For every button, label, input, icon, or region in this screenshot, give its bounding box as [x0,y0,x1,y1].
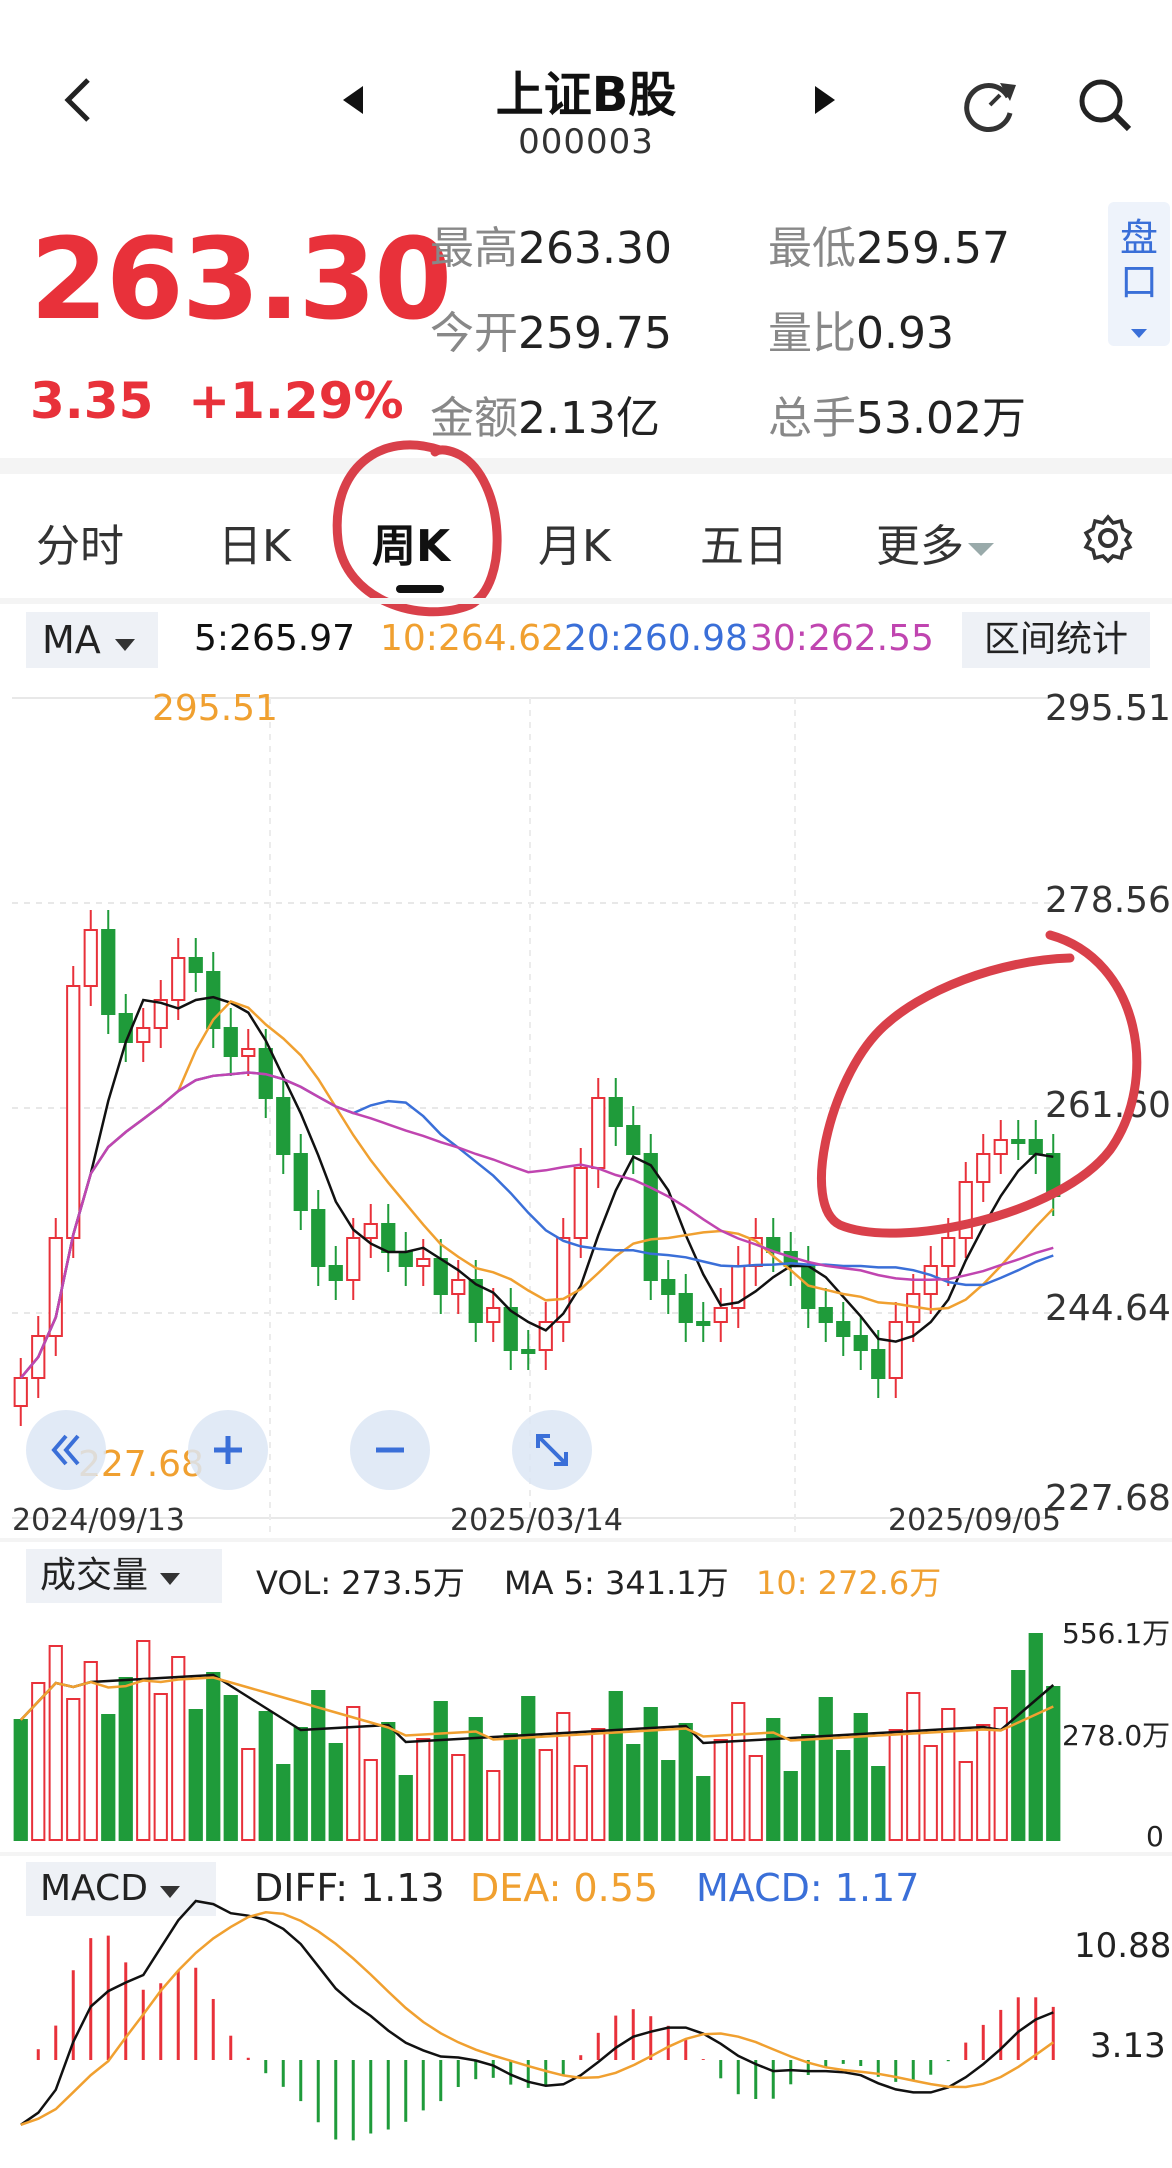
candle-body [13,1377,28,1407]
volume-bar [801,1734,816,1841]
vol-y-label: 556.1万 [1062,1617,1171,1650]
annotation-circle-chart [816,930,1142,1238]
volume-bar [101,1714,116,1841]
volume-bar [1028,1633,1043,1841]
volume-bar [1011,1670,1026,1841]
volume-selector-label: 成交量 [40,1555,149,1596]
macd-y-label: 3.13 [1090,2026,1166,2066]
volume-bar [923,1745,938,1841]
volume-bar [276,1764,291,1841]
zoom-in-button[interactable] [188,1410,268,1490]
volume-bar [416,1738,431,1841]
volume-bar [398,1775,413,1841]
volume-bar [241,1748,256,1841]
volume-bar [486,1770,501,1841]
volume-bar [136,1640,151,1841]
macd-diff-line [20,1899,1054,2126]
fullscreen-button[interactable] [512,1410,592,1490]
volume-bar [748,1755,763,1841]
volume-bar [766,1718,781,1841]
plus-icon [214,1436,242,1464]
volume-bar [451,1754,466,1841]
candle-body [713,1307,728,1323]
volume-bar [1046,1686,1061,1841]
volume-bar [83,1661,98,1841]
volume-bar [433,1701,448,1841]
x-tick-label: 2025/09/05 [888,1503,1061,1538]
volume-bar [258,1711,273,1841]
y-tick-label: 227.68 [1045,1478,1171,1519]
macd-diff-value: DIFF: 1.13 [254,1866,445,1910]
volume-bar [223,1695,238,1841]
volume-bar [171,1656,186,1841]
vol-y-label: 278.0万 [1062,1719,1171,1752]
volume-bar [503,1733,518,1841]
volume-bar [731,1702,746,1841]
volume-bar [206,1672,221,1841]
volume-bar [363,1759,378,1841]
volume-bar [888,1729,903,1841]
zoom-out-button[interactable] [350,1410,430,1490]
candle-body [818,1307,833,1323]
volume-bar [521,1696,536,1841]
volume-bar [293,1727,308,1841]
volume-bar [871,1766,886,1841]
candle-body [486,1307,501,1323]
volume-bar [48,1645,63,1841]
volume-bar [818,1697,833,1841]
volume-bar [468,1717,483,1841]
volume-bar [661,1760,676,1841]
volume-indicator-selector[interactable]: 成交量 [26,1549,222,1603]
candle-body [888,1321,903,1379]
volume-bar [538,1749,553,1841]
macd-y-label: 10.88 [1074,1926,1172,1966]
volume-bar [713,1739,728,1841]
volume-bar [783,1771,798,1841]
candle-body [871,1349,886,1379]
volume-bar [13,1719,28,1841]
x-tick-label: 2025/03/14 [450,1503,623,1538]
caret-down-icon [159,1886,180,1898]
caret-down-icon [160,1573,181,1585]
double-chevron-left-icon [51,1434,80,1466]
volume-bar [696,1776,711,1841]
vol-ma10-value: 10: 272.6万 [756,1564,942,1602]
volume-bar [118,1677,133,1841]
volume-bar [381,1722,396,1841]
volume-bar [958,1761,973,1841]
volume-bar [678,1723,693,1841]
volume-bar [608,1691,623,1841]
expand-icon [536,1434,568,1466]
volume-bar [626,1744,641,1841]
vol-y-label: 0 [1146,1820,1164,1853]
volume-bar [66,1698,81,1841]
volume-bar [906,1692,921,1841]
macd-dea-value: DEA: 0.55 [470,1866,659,1910]
section-divider [0,1852,1172,1856]
minus-icon [376,1447,404,1453]
candle-body [521,1349,536,1354]
volume-bar [311,1690,326,1841]
candle-body [836,1321,851,1337]
vol-ma5-value: MA 5: 341.1万 [504,1564,729,1602]
x-tick-label: 2024/09/13 [12,1503,185,1538]
macd-value: MACD: 1.17 [696,1866,920,1910]
volume-bar [573,1765,588,1841]
candle-body [853,1335,868,1351]
macd-indicator-selector[interactable]: MACD [26,1862,216,1916]
volume-bar [153,1693,168,1841]
volume-chart [13,1633,1061,1841]
volume-bar [188,1709,203,1841]
scroll-left-button[interactable] [26,1410,106,1490]
volume-bar [836,1750,851,1841]
macd-selector-label: MACD [40,1868,148,1909]
volume-bar [976,1724,991,1841]
volume-bar [591,1728,606,1841]
macd-chart [20,1899,1055,2141]
volume-bar [328,1743,343,1841]
section-divider [0,1538,1172,1542]
candle-body [696,1321,711,1326]
vol-value: VOL: 273.5万 [256,1564,465,1602]
macd-dea-line [20,1911,1055,2126]
